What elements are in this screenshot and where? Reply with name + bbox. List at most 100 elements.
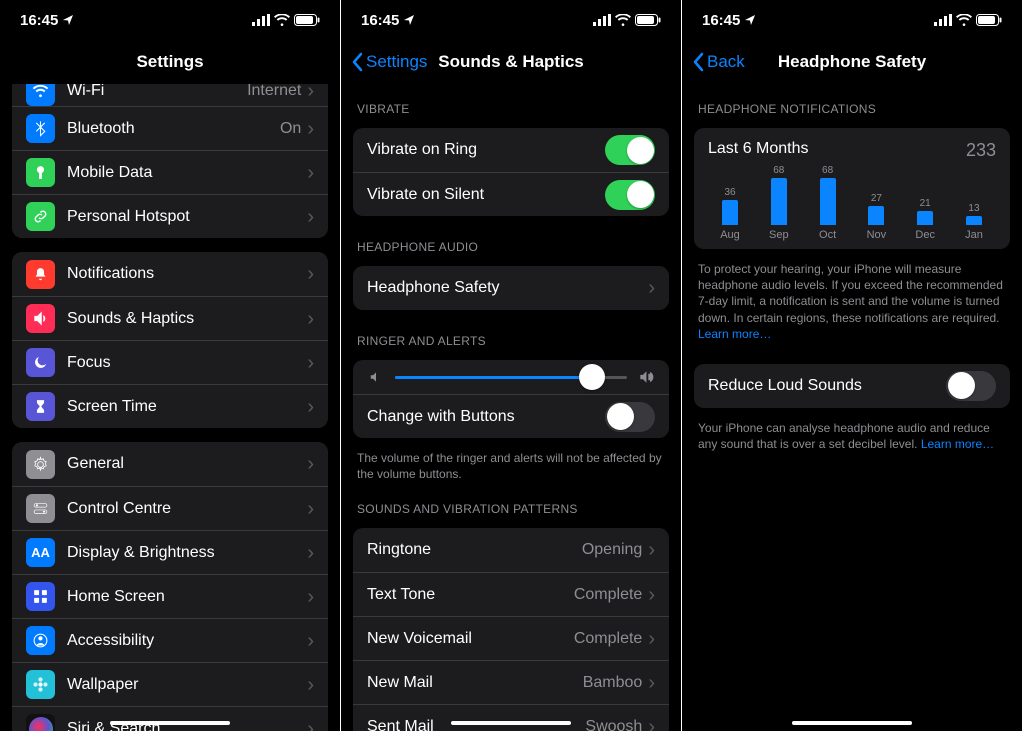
row-label: Accessibility (67, 632, 307, 650)
chart-column: 68 Oct (808, 165, 848, 241)
page-title: Settings (136, 52, 203, 72)
signal-icon (593, 14, 611, 26)
row-label: Sounds & Haptics (67, 310, 307, 328)
sound-pattern-row[interactable]: New Mail Bamboo › (353, 660, 669, 704)
chevron-right-icon: › (307, 631, 314, 651)
row-label: Bluetooth (67, 120, 280, 138)
row-label: General (67, 455, 307, 473)
ringer-footer: The volume of the ringer and alerts will… (341, 444, 681, 484)
mobile-data-row[interactable]: Mobile Data › (12, 150, 328, 194)
settings-group-network: Wi-Fi Internet › Bluetooth On › Mobile D… (12, 84, 328, 238)
chart-column: 21 Dec (905, 198, 945, 241)
chart-column: 36 Aug (710, 187, 750, 241)
chart-column: 27 Nov (856, 193, 896, 241)
change-buttons-toggle[interactable] (605, 402, 655, 432)
chart-bar (966, 216, 982, 225)
chevron-right-icon: › (307, 587, 314, 607)
display-row[interactable]: AA Display & Brightness › (12, 530, 328, 574)
settings-group-notifications: Notifications › Sounds & Haptics › Focus… (12, 252, 328, 428)
group-ringer-alerts: Change with Buttons (353, 360, 669, 438)
row-label: Mobile Data (67, 164, 307, 182)
chart-title: Last 6 Months (708, 140, 809, 161)
vibrate-on-silent-row[interactable]: Vibrate on Silent (353, 172, 669, 216)
row-label: Vibrate on Ring (367, 141, 605, 159)
antenna-icon (26, 158, 55, 187)
chevron-right-icon: › (307, 163, 314, 183)
vibrate-on-ring-row[interactable]: Vibrate on Ring (353, 128, 669, 172)
speaker-low-icon (367, 370, 385, 384)
chevron-right-icon: › (307, 499, 314, 519)
home-screen-row[interactable]: Home Screen › (12, 574, 328, 618)
vibrate-ring-toggle[interactable] (605, 135, 655, 165)
row-label: Vibrate on Silent (367, 186, 605, 204)
battery-icon (976, 14, 1002, 26)
speaker-high-icon (637, 370, 655, 384)
chevron-right-icon: › (648, 673, 655, 693)
focus-row[interactable]: Focus › (12, 340, 328, 384)
location-icon (62, 14, 74, 26)
bell-icon (26, 260, 55, 289)
chevron-right-icon: › (307, 719, 314, 731)
signal-icon (252, 14, 270, 26)
chevron-right-icon: › (307, 675, 314, 695)
hourglass-icon (26, 392, 55, 421)
wifi-icon (615, 14, 631, 26)
headphone-safety-screen: 16:45 Back Headphone Safety HEADPHONE NO… (682, 0, 1023, 731)
learn-more-link[interactable]: Learn more… (921, 437, 994, 451)
status-time: 16:45 (361, 12, 399, 29)
bluetooth-icon (26, 114, 55, 143)
status-bar: 16:45 (0, 0, 340, 40)
row-label: New Mail (367, 674, 583, 692)
nav-bar: Settings (0, 40, 340, 84)
headphone-safety-row[interactable]: Headphone Safety › (353, 266, 669, 310)
chart-value: 13 (968, 203, 979, 214)
chart-column: 13 Jan (954, 203, 994, 241)
row-detail: On (280, 120, 301, 138)
siri-row[interactable]: Siri & Search › (12, 706, 328, 731)
reduce-loud-sounds-row[interactable]: Reduce Loud Sounds (694, 364, 1010, 408)
wallpaper-row[interactable]: Wallpaper › (12, 662, 328, 706)
siri-icon (26, 714, 55, 731)
back-button[interactable]: Back (692, 52, 745, 72)
bluetooth-row[interactable]: Bluetooth On › (12, 106, 328, 150)
chevron-right-icon: › (307, 84, 314, 101)
hotspot-row[interactable]: Personal Hotspot › (12, 194, 328, 238)
row-detail: Complete (574, 630, 642, 648)
control-centre-row[interactable]: Control Centre › (12, 486, 328, 530)
home-indicator[interactable] (792, 721, 912, 725)
group-vibrate: Vibrate on Ring Vibrate on Silent (353, 128, 669, 216)
home-indicator[interactable] (110, 721, 230, 725)
sound-pattern-row[interactable]: New Voicemail Complete › (353, 616, 669, 660)
wifi-row[interactable]: Wi-Fi Internet › (12, 84, 328, 106)
group-sound-patterns: Ringtone Opening ›Text Tone Complete ›Ne… (353, 528, 669, 731)
nav-bar: Back Headphone Safety (682, 40, 1022, 84)
chart-label: Dec (915, 229, 935, 241)
vibrate-silent-toggle[interactable] (605, 180, 655, 210)
sounds-row[interactable]: Sounds & Haptics › (12, 296, 328, 340)
general-row[interactable]: General › (12, 442, 328, 486)
home-indicator[interactable] (451, 721, 571, 725)
section-header-vibrate: VIBRATE (341, 84, 681, 122)
back-label: Back (707, 52, 745, 72)
reduce-loud-toggle[interactable] (946, 371, 996, 401)
sound-pattern-row[interactable]: Sent Mail Swoosh › (353, 704, 669, 731)
notifications-chart-card[interactable]: Last 6 Months 233 36 Aug68 Sep68 Oct27 N… (694, 128, 1010, 249)
chart-bars: 36 Aug68 Sep68 Oct27 Nov21 Dec13 Jan (708, 171, 996, 241)
back-button[interactable]: Settings (351, 52, 427, 72)
sound-pattern-row[interactable]: Ringtone Opening › (353, 528, 669, 572)
sound-pattern-row[interactable]: Text Tone Complete › (353, 572, 669, 616)
chart-value: 36 (724, 187, 735, 198)
chart-value: 68 (773, 165, 784, 176)
gear-icon (26, 450, 55, 479)
change-with-buttons-row[interactable]: Change with Buttons (353, 394, 669, 438)
accessibility-row[interactable]: Accessibility › (12, 618, 328, 662)
ringer-volume-slider[interactable] (395, 376, 627, 379)
status-time: 16:45 (702, 12, 740, 29)
person-icon (26, 626, 55, 655)
page-title: Headphone Safety (778, 52, 926, 72)
notifications-row[interactable]: Notifications › (12, 252, 328, 296)
learn-more-link[interactable]: Learn more… (698, 327, 771, 341)
screentime-row[interactable]: Screen Time › (12, 384, 328, 428)
nav-bar: Settings Sounds & Haptics (341, 40, 681, 84)
row-label: Screen Time (67, 398, 307, 416)
